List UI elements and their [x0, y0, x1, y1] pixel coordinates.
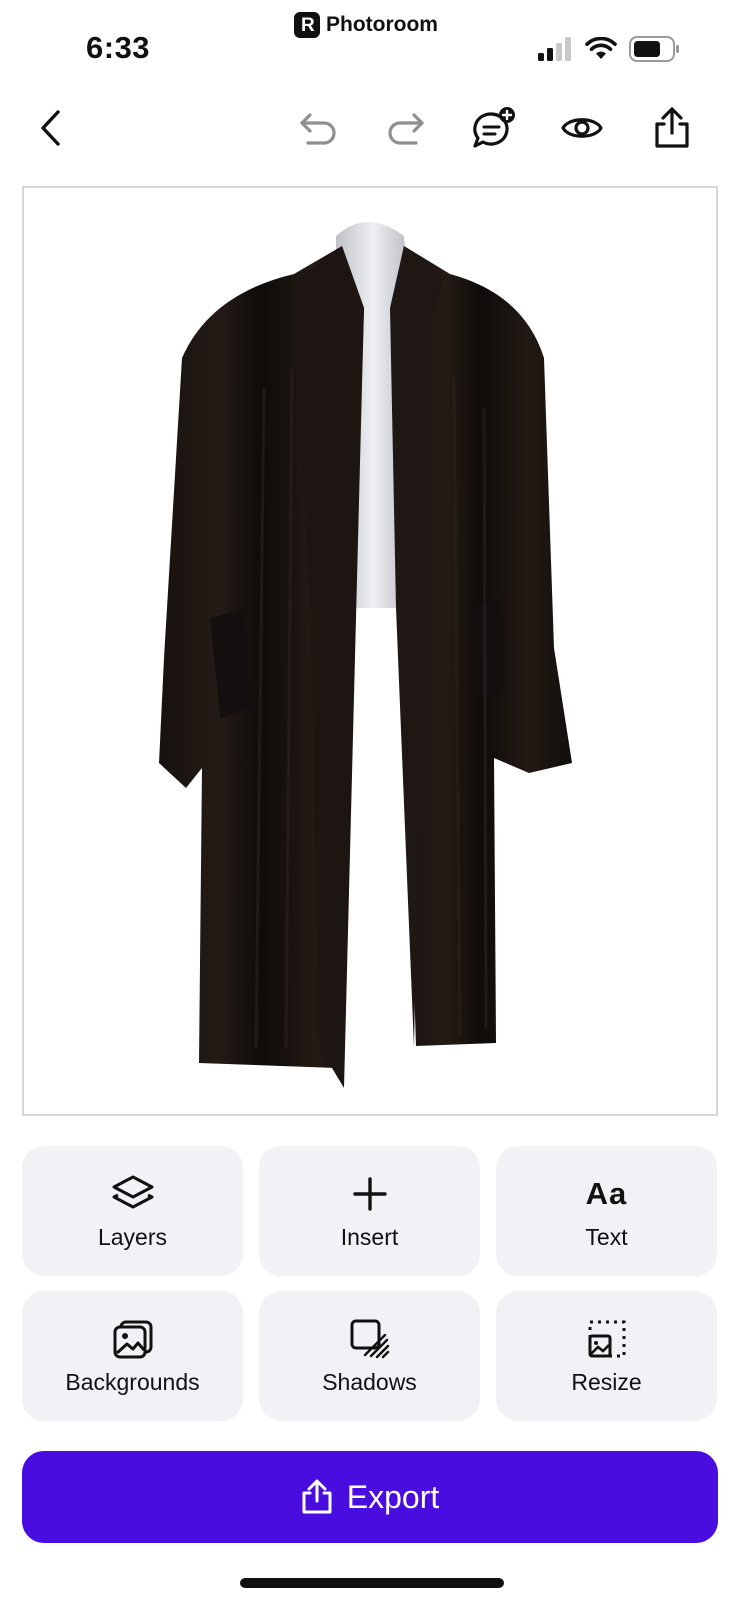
photoroom-logo-icon: R: [294, 12, 320, 38]
backgrounds-button[interactable]: Backgrounds: [22, 1291, 243, 1421]
wifi-icon: [585, 37, 617, 59]
backgrounds-icon: [113, 1320, 152, 1358]
status-icons: [537, 36, 681, 62]
share-icon: [655, 107, 689, 148]
resize-label: Resize: [571, 1368, 642, 1395]
insert-label: Insert: [340, 1223, 399, 1250]
comment-add-button[interactable]: [466, 100, 522, 156]
export-label: Export: [346, 1478, 440, 1515]
eye-icon: [561, 118, 603, 138]
home-indicator: [240, 1578, 504, 1588]
export-share-icon: [302, 1479, 332, 1514]
resize-button[interactable]: Resize: [496, 1291, 717, 1421]
redo-icon: [388, 113, 424, 145]
insert-button[interactable]: Insert: [259, 1146, 480, 1276]
layers-label: Layers: [97, 1223, 168, 1250]
chat-add-icon: [473, 107, 515, 148]
share-button[interactable]: [644, 100, 700, 156]
preview-button[interactable]: [554, 100, 610, 156]
undo-icon: [300, 113, 336, 145]
text-label: Text: [585, 1223, 628, 1250]
shadows-button[interactable]: Shadows: [259, 1291, 480, 1421]
coat-image[interactable]: [24, 188, 718, 1116]
app-name: Photoroom: [326, 13, 438, 36]
editor-canvas[interactable]: [22, 186, 718, 1116]
shadows-label: Shadows: [322, 1368, 417, 1395]
back-button[interactable]: [22, 100, 78, 156]
text-aa-icon: Aa: [585, 1175, 628, 1211]
shadows-icon: [350, 1319, 389, 1358]
back-chevron-icon: [41, 110, 60, 146]
layers-icon: [112, 1175, 153, 1208]
status-time: 6:33: [86, 30, 151, 65]
status-bar: 6:33 R Photoroom: [0, 0, 739, 80]
redo-button[interactable]: [378, 100, 434, 156]
cellular-signal-icon: [538, 37, 571, 61]
tool-grid: Layers Insert Aa Text Backgrounds Shadow…: [22, 1146, 718, 1421]
undo-button[interactable]: [290, 100, 346, 156]
battery-icon: [629, 36, 679, 62]
app-indicator: R Photoroom: [294, 12, 438, 38]
plus-icon: [352, 1176, 387, 1211]
resize-icon: [588, 1320, 625, 1357]
backgrounds-label: Backgrounds: [65, 1368, 200, 1395]
export-button[interactable]: Export: [22, 1451, 718, 1543]
editor-toolbar: [0, 100, 739, 164]
layers-button[interactable]: Layers: [22, 1146, 243, 1276]
text-button[interactable]: Aa Text: [496, 1146, 717, 1276]
